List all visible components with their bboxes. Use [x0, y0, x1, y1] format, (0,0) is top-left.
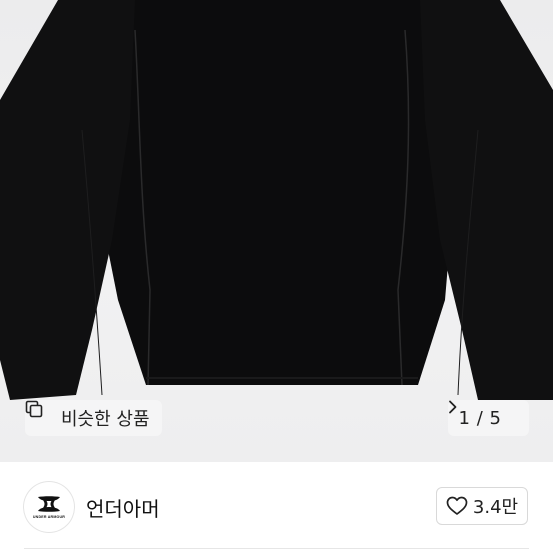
image-counter: 1 / 5: [458, 407, 502, 429]
seller-name[interactable]: 언더아머: [86, 493, 160, 522]
heart-outline-icon: [446, 496, 468, 516]
image-counter-button[interactable]: 1 / 5: [448, 400, 529, 436]
similar-products-button[interactable]: 비슷한 상품: [25, 400, 162, 436]
seller-avatar[interactable]: UNDER ARMOUR: [24, 482, 74, 532]
copy-icon: [25, 400, 54, 427]
similar-products-label: 비슷한 상품: [61, 409, 150, 430]
divider: [24, 548, 529, 549]
product-image[interactable]: 비슷한 상품 1 / 5: [0, 0, 553, 462]
chevron-right-icon: [449, 400, 518, 425]
avatar-brand-text: UNDER ARMOUR: [32, 515, 66, 519]
product-shirt-photo: [0, 0, 553, 400]
like-button[interactable]: 3.4만: [436, 487, 528, 525]
under-armour-logo-icon: [35, 495, 63, 513]
like-count: 3.4만: [472, 497, 519, 518]
